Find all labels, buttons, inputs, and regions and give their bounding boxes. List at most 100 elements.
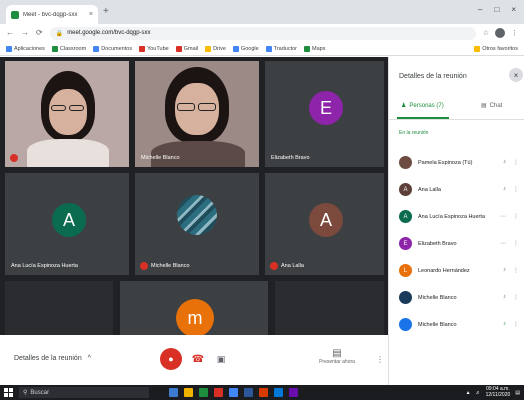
participant-tile[interactable]: Michelle Blanco (135, 173, 259, 275)
maximize-button[interactable]: □ (494, 5, 499, 14)
toolbar-actions: ☆ ⋮ (483, 28, 518, 38)
participant-name: Michelle Blanco (418, 321, 457, 328)
more-vert-icon[interactable]: ⋮ (513, 321, 519, 328)
bookmark-item[interactable]: Gmail (175, 45, 198, 52)
participant-tile[interactable]: A Ana Lalla (265, 173, 384, 275)
taskbar-app-icon[interactable] (214, 388, 223, 397)
bookmark-icon (51, 45, 58, 52)
participant-tile[interactable]: Michelle Blanco (135, 61, 259, 167)
browser-tab-bar: Meet - bvc-dqgp-sxx × + – □ × (0, 0, 524, 24)
bookmark-item[interactable]: Traductor (265, 45, 297, 52)
mic-icon[interactable]: ♪ (503, 267, 506, 274)
taskbar-app-icon[interactable] (184, 388, 193, 397)
back-button[interactable]: ← (6, 29, 14, 37)
participant-name: Elizabeth Bravo (418, 240, 457, 247)
reload-button[interactable]: ⟳ (36, 29, 43, 37)
list-item[interactable]: E Elizabeth Bravo ⋯ ⋮ (389, 230, 524, 257)
participant-list: Pamela Espinoza (Tú) ♪ ⋮ A Ana Lalla ♪ ⋮ A… (389, 149, 524, 338)
new-tab-button[interactable]: + (103, 7, 109, 17)
taskbar-app-icon[interactable] (289, 388, 298, 397)
taskbar-search[interactable]: ⚲ Buscar (19, 387, 149, 398)
more-vert-icon[interactable]: ⋮ (513, 213, 519, 220)
avatar (399, 291, 412, 304)
volume-icon[interactable]: ♬ (476, 390, 481, 396)
camera-toggle-button[interactable]: ▣ (214, 353, 228, 365)
windows-start-icon[interactable] (4, 388, 13, 397)
meeting-details-button[interactable]: Detalles de la reunión ^ (14, 355, 91, 362)
taskbar-app-icon[interactable] (199, 388, 208, 397)
bookmark-star-icon[interactable]: ☆ (483, 29, 489, 37)
list-item[interactable]: L Leonardo Hernández ♪ ⋮ (389, 257, 524, 284)
more-vert-icon[interactable]: ⋮ (513, 294, 519, 301)
mic-toggle-button[interactable]: ● (160, 348, 182, 370)
address-bar[interactable]: 🔒 meet.google.com/bvc-dqgp-sxx (49, 26, 476, 40)
mic-icon[interactable]: ♪ (503, 159, 506, 166)
clock-date: 12/11/2020 (485, 391, 511, 398)
browser-tab[interactable]: Meet - bvc-dqgp-sxx × (6, 5, 98, 24)
clock[interactable]: 09:04 a.m. 12/11/2020 (485, 386, 511, 398)
close-window-button[interactable]: × (511, 5, 516, 14)
tab-title: Meet - bvc-dqgp-sxx (23, 11, 78, 18)
minimize-button[interactable]: – (478, 5, 482, 14)
bookmark-item[interactable]: Documentos (93, 45, 132, 52)
other-bookmarks[interactable]: Otros favoritos (474, 45, 518, 52)
participant-tile[interactable]: A Ana Lucía Espinoza Huerta (5, 173, 129, 275)
notifications-icon[interactable]: ▤ (515, 390, 520, 396)
taskbar-apps (169, 388, 298, 397)
participant-tile[interactable] (5, 61, 129, 167)
bookmark-icon (175, 45, 182, 52)
participant-name: Ana Lalla (418, 186, 441, 193)
taskbar-app-icon[interactable] (169, 388, 178, 397)
list-item[interactable]: Pamela Espinoza (Tú) ♪ ⋮ (389, 149, 524, 176)
network-icon[interactable]: ▲ (466, 390, 471, 396)
url-text: meet.google.com/bvc-dqgp-sxx (67, 30, 151, 36)
forward-button[interactable]: → (21, 29, 29, 37)
tab-close-icon[interactable]: × (89, 11, 93, 18)
profile-avatar[interactable] (495, 28, 505, 38)
bookmark-item[interactable]: Aplicaciones (6, 45, 45, 52)
participant-video (135, 61, 259, 167)
bookmark-icon (6, 45, 12, 52)
list-item[interactable]: A Ana Lucía Espinoza Huerta ⋯ ⋮ (389, 203, 524, 230)
tab-chat[interactable]: ▤ Chat (481, 102, 502, 110)
mic-off-icon (10, 154, 18, 162)
participant-tile[interactable]: m (120, 281, 268, 335)
more-vert-icon[interactable]: ⋮ (513, 240, 519, 247)
mic-icon[interactable]: ♪ (503, 294, 506, 301)
mic-icon[interactable]: ♪ (503, 186, 506, 193)
more-vert-icon[interactable]: ⋮ (513, 186, 519, 193)
end-call-button[interactable]: ☎ (190, 353, 206, 365)
mic-off-icon: ● (168, 354, 174, 364)
more-options-icon[interactable]: ⋮ (376, 355, 384, 364)
bookmark-item[interactable]: Classroom (51, 45, 86, 52)
list-item[interactable]: Michelle Blanco ♪ ⋮ (389, 311, 524, 338)
participant-actions: ♪ ⋮ (503, 159, 519, 166)
present-now-button[interactable]: ▤ Presentar ahora (315, 349, 359, 366)
participant-actions: ♪ ⋮ (503, 267, 519, 274)
close-panel-button[interactable]: × (509, 68, 523, 82)
participant-tile[interactable]: E Elizabeth Bravo (265, 61, 384, 167)
people-icon: ♟ (401, 103, 407, 109)
mic-icon[interactable]: ⋯ (500, 213, 506, 220)
mic-icon[interactable]: ♪ (503, 321, 506, 328)
taskbar-app-icon[interactable] (244, 388, 253, 397)
tab-people[interactable]: ♟ Personas (7) (401, 102, 444, 110)
list-item[interactable]: A Ana Lalla ♪ ⋮ (389, 176, 524, 203)
bookmark-item[interactable]: Google (232, 45, 259, 52)
bookmark-item[interactable]: Drive (205, 45, 226, 52)
participant-video (5, 61, 129, 167)
lock-icon: 🔒 (55, 30, 64, 37)
taskbar-app-icon[interactable] (274, 388, 283, 397)
more-vert-icon[interactable]: ⋮ (513, 159, 519, 166)
bookmark-item[interactable]: YouTube (139, 45, 169, 52)
meeting-details-panel: Detalles de la reunión × ♟ Personas (7) … (388, 57, 524, 385)
browser-menu-icon[interactable]: ⋮ (511, 29, 518, 37)
mic-icon[interactable]: ⋯ (500, 240, 506, 247)
bookmark-item[interactable]: Maps (304, 45, 325, 52)
taskbar-app-icon[interactable] (259, 388, 268, 397)
list-item[interactable]: Michelle Blanco ♪ ⋮ (389, 284, 524, 311)
bookmark-icon (139, 45, 146, 52)
more-vert-icon[interactable]: ⋮ (513, 267, 519, 274)
windows-taskbar: ⚲ Buscar ▲ ♬ 09:04 a.m. 12/11/2020 ▤ (0, 385, 524, 400)
taskbar-app-icon[interactable] (229, 388, 238, 397)
